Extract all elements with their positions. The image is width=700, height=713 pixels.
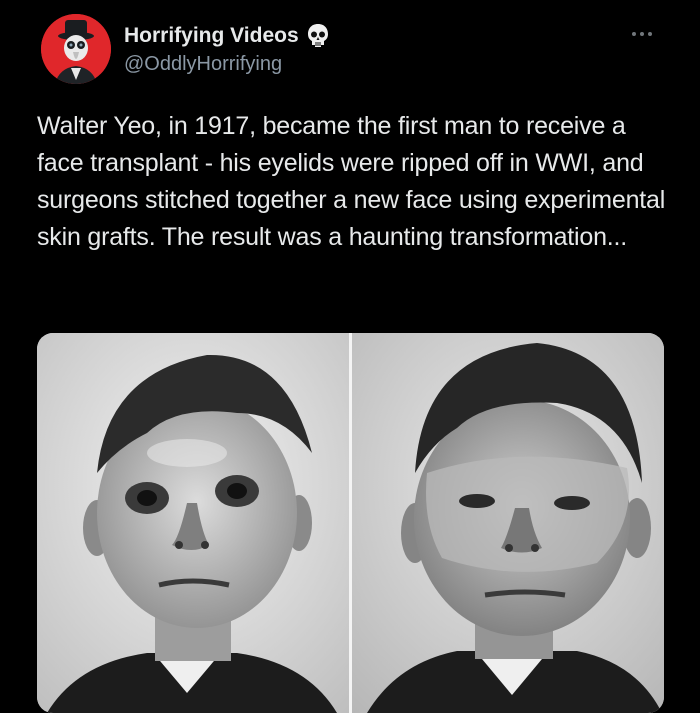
- more-options-button[interactable]: [624, 24, 660, 44]
- author-display-name[interactable]: Horrifying Videos: [124, 23, 299, 49]
- plague-doctor-icon: [41, 14, 111, 84]
- tweet-card: Horrifying Videos @OddlyHorrifying Walte…: [0, 0, 700, 713]
- skull-icon: [306, 23, 330, 49]
- more-dot-icon: [640, 32, 644, 36]
- tweet-media-photo[interactable]: [37, 333, 664, 713]
- before-after-photo: [37, 333, 664, 713]
- tweet-body-text: Walter Yeo, in 1917, became the first ma…: [37, 112, 666, 251]
- author-name-row: Horrifying Videos: [124, 22, 330, 50]
- before-photo: [37, 333, 349, 713]
- more-dot-icon: [632, 32, 636, 36]
- after-photo: [352, 333, 664, 713]
- author-handle[interactable]: @OddlyHorrifying: [124, 52, 282, 76]
- author-avatar[interactable]: [41, 14, 111, 84]
- more-dot-icon: [648, 32, 652, 36]
